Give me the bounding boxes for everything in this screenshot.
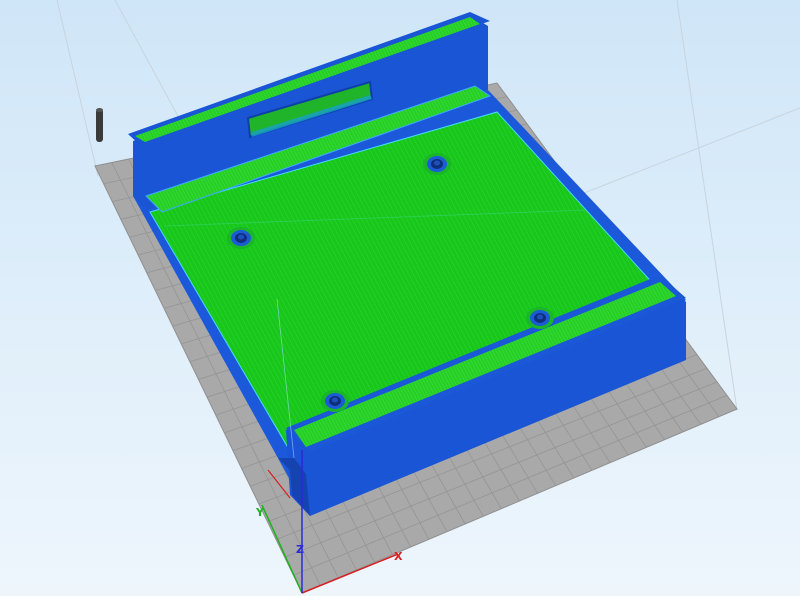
screw-hole xyxy=(423,153,451,175)
nozzle-marker-icon xyxy=(96,108,103,142)
scene-canvas[interactable]: X Y Z xyxy=(0,0,800,596)
3d-viewport[interactable]: X Y Z xyxy=(0,0,800,596)
z-axis-label: Z xyxy=(296,543,304,556)
x-axis-label: X xyxy=(394,550,403,563)
screw-hole xyxy=(321,390,349,412)
screw-hole xyxy=(526,307,554,329)
screw-hole xyxy=(227,227,255,249)
y-axis-label: Y xyxy=(255,506,265,519)
